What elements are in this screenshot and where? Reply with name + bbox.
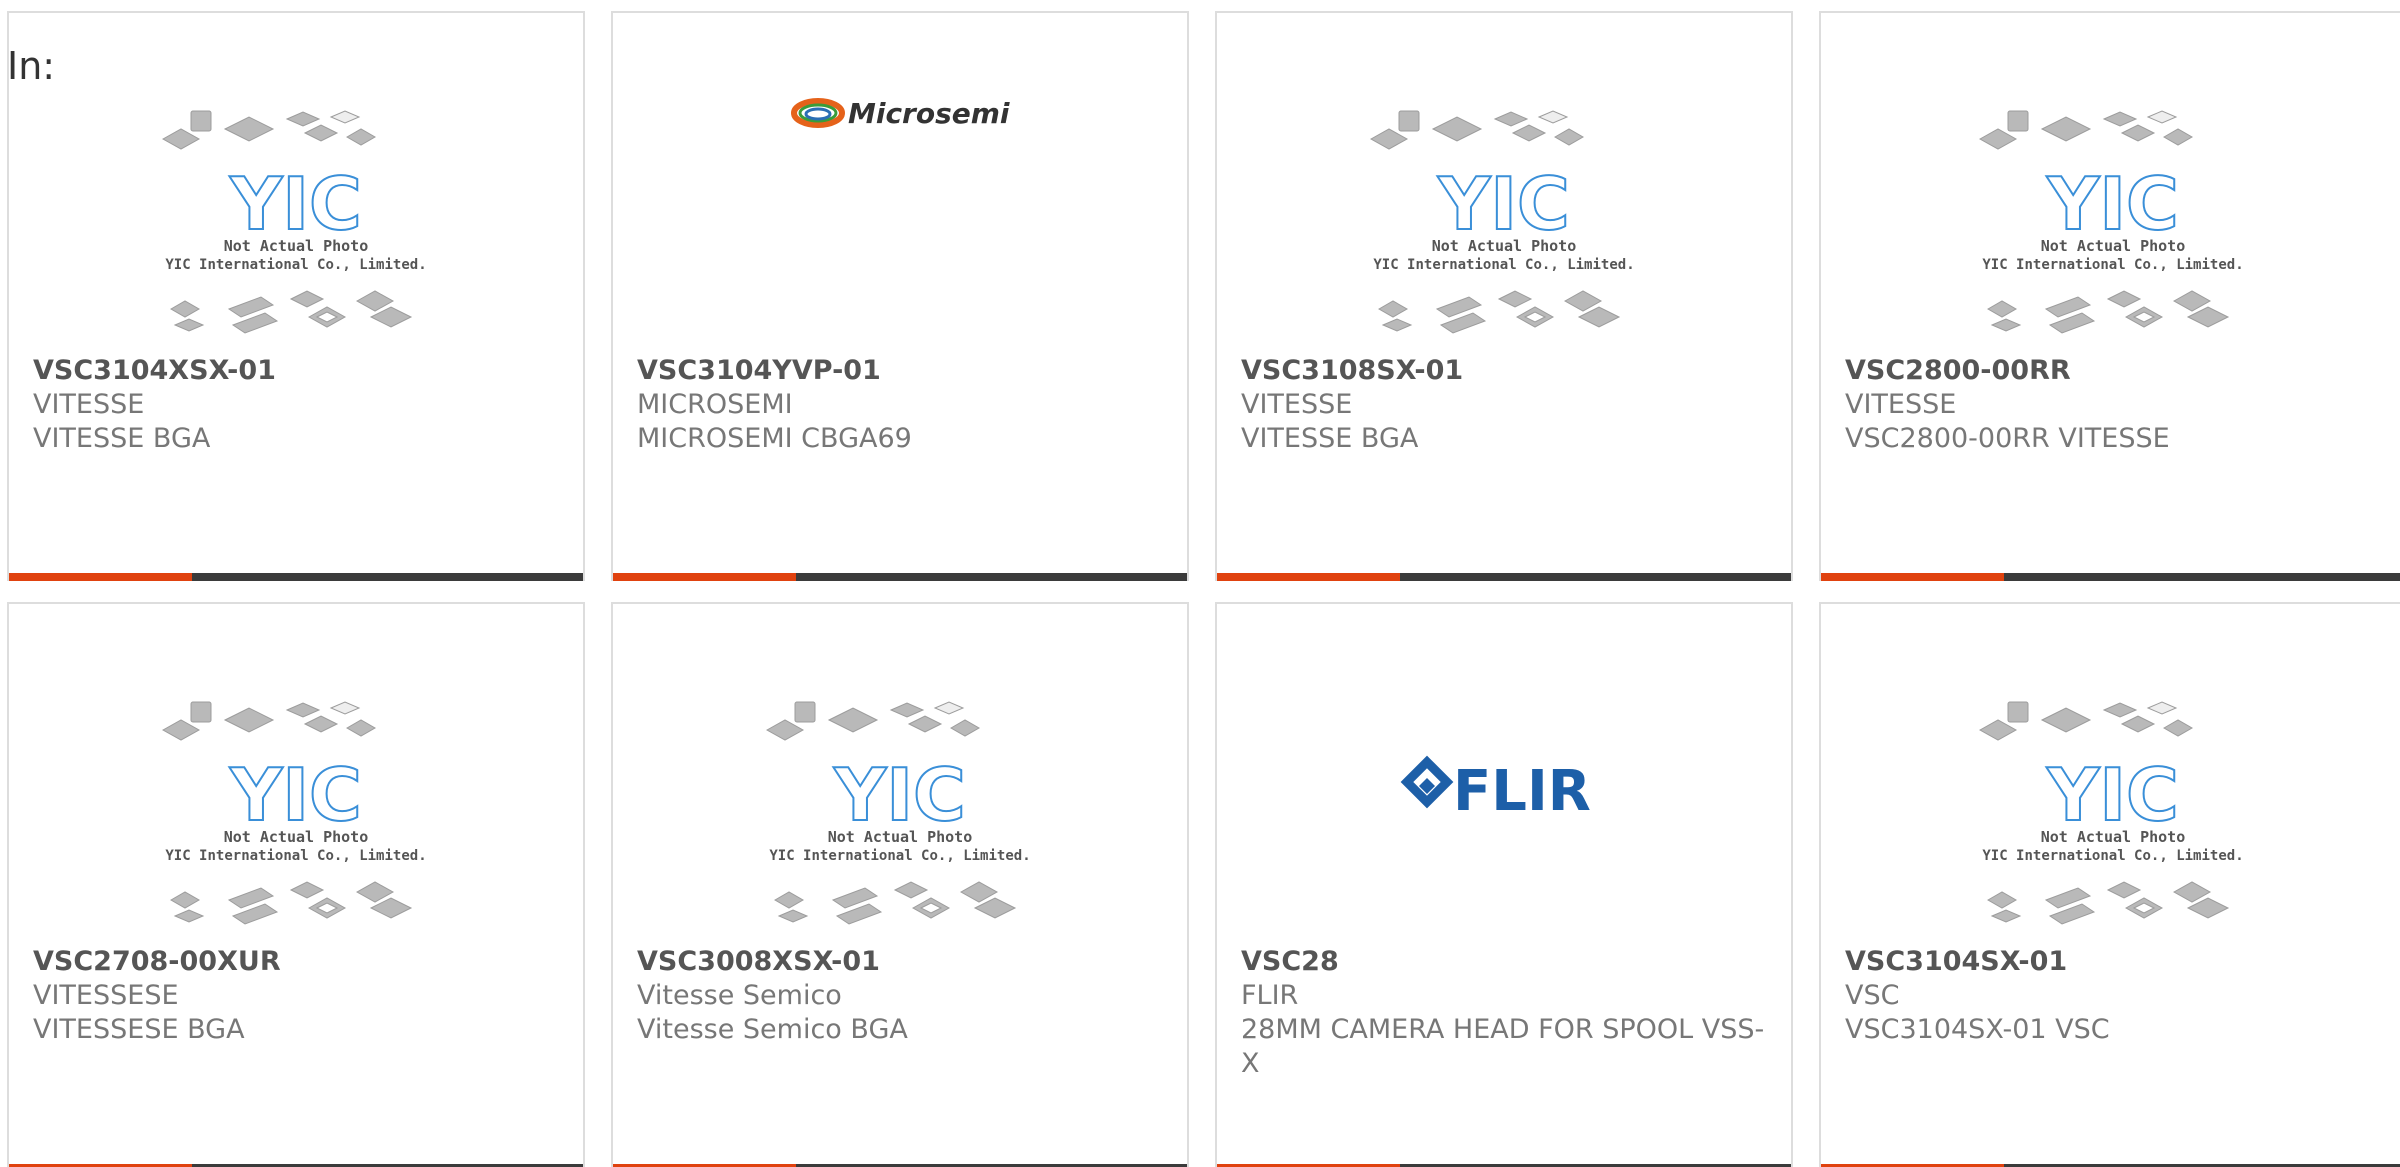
card-accent-stripe bbox=[1217, 573, 1400, 581]
flir-logo-icon: FLIR bbox=[1400, 755, 1591, 824]
yic-brand-text: YIC bbox=[229, 162, 362, 246]
product-info: VSC3008XSX-01 Vitesse Semico Vitesse Semic… bbox=[637, 944, 1171, 1047]
svg-text:YIC International Co., Limited: YIC International Co., Limited. bbox=[165, 257, 426, 273]
svg-text:Not Actual Photo: Not Actual Photo bbox=[828, 828, 973, 846]
svg-text:Not Actual Photo: Not Actual Photo bbox=[224, 828, 369, 846]
svg-text:YIC International Co., Limited: YIC International Co., Limited. bbox=[165, 848, 426, 864]
product-info: VSC3104XSX-01 VITESSE VITESSE BGA bbox=[33, 353, 567, 456]
product-info: VSC3108SX-01 VITESSE VITESSE BGA bbox=[1241, 353, 1775, 456]
manufacturer: MICROSEMI bbox=[637, 389, 793, 420]
svg-text:Not Actual Photo: Not Actual Photo bbox=[1432, 237, 1577, 255]
svg-text:YIC International Co., Limited: YIC International Co., Limited. bbox=[769, 848, 1030, 864]
yic-brand-text: YIC bbox=[1437, 162, 1570, 246]
placeholder-image-icon: YIC Not Actual Photo YIC International C… bbox=[1369, 110, 1635, 334]
product-image[interactable]: Microsemi bbox=[613, 83, 1187, 343]
product-card[interactable]: YIC Not Actual Photo YIC International C… bbox=[611, 602, 1189, 1167]
manufacturer: VITESSE bbox=[1845, 389, 1957, 420]
product-info: VSC2708-00XUR VITESSESE VITESSESE BGA bbox=[33, 944, 567, 1047]
flir-logo-text: FLIR bbox=[1453, 759, 1591, 824]
product-info: VSC3104SX-01 VSC VSC3104SX-01 VSC bbox=[1845, 944, 2389, 1047]
description: VSC2800-00RR VITESSE bbox=[1845, 423, 2170, 454]
microsemi-logo-icon: Microsemi bbox=[791, 97, 1010, 130]
product-card[interactable]: YIC Not Actual Photo YIC International C… bbox=[1215, 11, 1793, 581]
manufacturer: FLIR bbox=[1241, 980, 1299, 1011]
manufacturer: VITESSE bbox=[33, 389, 145, 420]
manufacturer: Vitesse Semico bbox=[637, 980, 842, 1011]
filter-in-label: In: bbox=[7, 44, 56, 88]
svg-text:YIC International Co., Limited: YIC International Co., Limited. bbox=[1982, 257, 2243, 273]
description: VSC3104SX-01 VSC bbox=[1845, 1014, 2110, 1045]
product-card[interactable]: FLIR VSC28 FLIR 28MM CAMERA HEAD FOR SPOOL… bbox=[1215, 602, 1793, 1167]
svg-text:Not Actual Photo: Not Actual Photo bbox=[2041, 828, 2186, 846]
product-info: VSC3104YVP-01 MICROSEMI MICROSEMI CBGA69 bbox=[637, 353, 1171, 456]
product-card[interactable]: Microsemi VSC3104YVP-01 MICROSEMI MICROSEM… bbox=[611, 11, 1189, 581]
product-grid-page: In: YIC Not Actual Photo YIC Internation… bbox=[0, 0, 2400, 1167]
part-number-link[interactable]: VSC3104SX-01 bbox=[1845, 944, 2389, 979]
description: VITESSE BGA bbox=[33, 423, 211, 454]
description: 28MM CAMERA HEAD FOR SPOOL VSS-X bbox=[1241, 1014, 1765, 1079]
yic-brand-text: YIC bbox=[229, 753, 362, 837]
manufacturer: VITESSE bbox=[1241, 389, 1353, 420]
product-card[interactable]: YIC Not Actual Photo YIC International C… bbox=[7, 602, 585, 1167]
card-footer-bar bbox=[1821, 573, 2400, 581]
card-accent-stripe bbox=[1821, 573, 2004, 581]
part-number-link[interactable]: VSC2708-00XUR bbox=[33, 944, 567, 979]
manufacturer: VSC bbox=[1845, 980, 1900, 1011]
product-image[interactable]: YIC Not Actual Photo YIC International C… bbox=[1821, 684, 2400, 944]
product-image[interactable]: YIC Not Actual Photo YIC International C… bbox=[1821, 93, 2400, 353]
product-info: VSC28 FLIR 28MM CAMERA HEAD FOR SPOOL VSS-… bbox=[1241, 944, 1775, 1081]
part-number-link[interactable]: VSC28 bbox=[1241, 944, 1775, 979]
product-image[interactable]: FLIR bbox=[1217, 664, 1791, 924]
card-footer-bar bbox=[613, 573, 1187, 581]
manufacturer: VITESSESE bbox=[33, 980, 179, 1011]
card-accent-stripe bbox=[9, 573, 192, 581]
yic-brand-text: YIC bbox=[2046, 162, 2179, 246]
product-card[interactable]: YIC Not Actual Photo YIC International C… bbox=[1819, 602, 2400, 1167]
card-footer-bar bbox=[9, 573, 583, 581]
product-image[interactable]: YIC Not Actual Photo YIC International C… bbox=[1217, 93, 1791, 353]
placeholder-image-icon: YIC Not Actual Photo YIC International C… bbox=[161, 701, 427, 925]
part-number-link[interactable]: VSC3108SX-01 bbox=[1241, 353, 1775, 388]
product-image[interactable]: YIC Not Actual Photo YIC International C… bbox=[613, 684, 1187, 944]
svg-text:YIC International Co., Limited: YIC International Co., Limited. bbox=[1373, 257, 1634, 273]
microsemi-logo-text: Microsemi bbox=[848, 97, 1010, 130]
description: VITESSESE BGA bbox=[33, 1014, 245, 1045]
product-card[interactable]: YIC Not Actual Photo YIC International C… bbox=[7, 11, 585, 581]
yic-brand-text: YIC bbox=[833, 753, 966, 837]
product-card[interactable]: YIC Not Actual Photo YIC International C… bbox=[1819, 11, 2400, 581]
description: VITESSE BGA bbox=[1241, 423, 1419, 454]
card-footer-bar bbox=[1217, 573, 1791, 581]
description: MICROSEMI CBGA69 bbox=[637, 423, 912, 454]
part-number-link[interactable]: VSC3008XSX-01 bbox=[637, 944, 1171, 979]
svg-text:Not Actual Photo: Not Actual Photo bbox=[224, 237, 369, 255]
card-accent-stripe bbox=[613, 573, 796, 581]
svg-text:Not Actual Photo: Not Actual Photo bbox=[2041, 237, 2186, 255]
placeholder-image-icon: YIC Not Actual Photo YIC International C… bbox=[1978, 110, 2244, 334]
description: Vitesse Semico BGA bbox=[637, 1014, 908, 1045]
part-number-link[interactable]: VSC3104YVP-01 bbox=[637, 353, 1171, 388]
product-image[interactable]: YIC Not Actual Photo YIC International C… bbox=[9, 93, 583, 353]
svg-text:YIC International Co., Limited: YIC International Co., Limited. bbox=[1982, 848, 2243, 864]
part-number-link[interactable]: VSC3104XSX-01 bbox=[33, 353, 567, 388]
product-info: VSC2800-00RR VITESSE VSC2800-00RR VITESSE bbox=[1845, 353, 2389, 456]
placeholder-image-icon: YIC Not Actual Photo YIC International C… bbox=[1978, 701, 2244, 925]
part-number-link[interactable]: VSC2800-00RR bbox=[1845, 353, 2389, 388]
product-image[interactable]: YIC Not Actual Photo YIC International C… bbox=[9, 684, 583, 944]
placeholder-image-icon: YIC Not Actual Photo YIC International C… bbox=[765, 701, 1031, 925]
placeholder-image-icon: YIC Not Actual Photo YIC International C… bbox=[161, 110, 427, 334]
yic-brand-text: YIC bbox=[2046, 753, 2179, 837]
